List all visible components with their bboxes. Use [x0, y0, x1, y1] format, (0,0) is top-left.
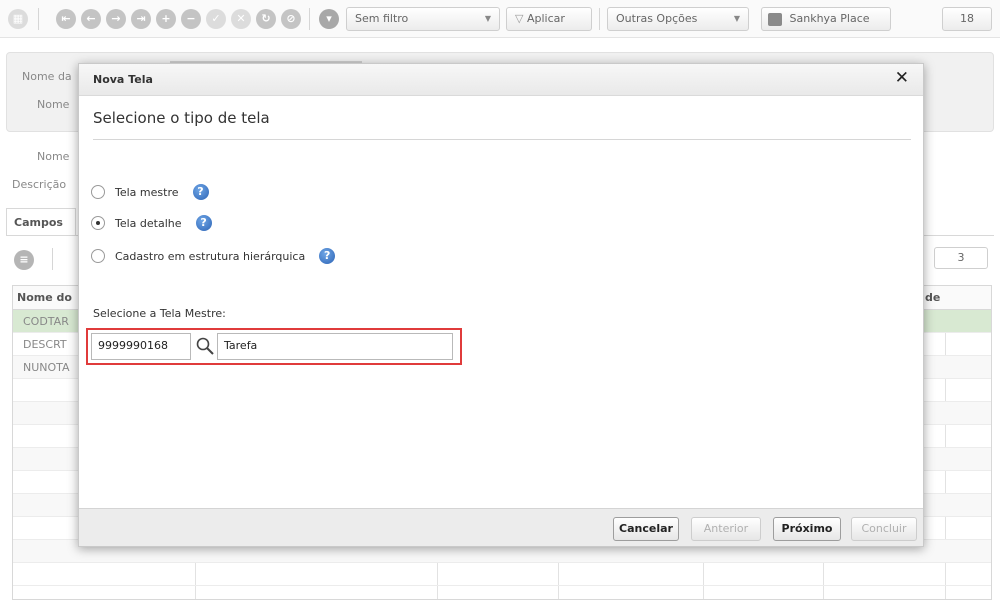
more-options-button[interactable]: Outras Opções ▼ — [607, 7, 749, 31]
option-cadastro-hierarquico[interactable]: Cadastro em estrutura hierárquica ? — [91, 246, 336, 266]
dialog-header: Nova Tela ✕ — [79, 64, 923, 96]
filter-icon[interactable]: ▾ — [319, 9, 339, 29]
search-icon[interactable] — [195, 336, 215, 356]
apply-filter-button[interactable]: ▽ Aplicar — [506, 7, 592, 31]
first-record-icon[interactable]: ⇤ — [56, 9, 76, 29]
option-label: Tela mestre — [115, 185, 179, 199]
radio-button-checked[interactable] — [91, 216, 105, 230]
cancel-button[interactable]: Cancelar — [613, 517, 679, 541]
help-icon[interactable]: ? — [195, 215, 212, 231]
radio-button[interactable] — [91, 249, 105, 263]
field-label: Descrição — [12, 178, 67, 191]
field-label: Nome — [37, 150, 70, 163]
sankhya-place-button[interactable]: Sankhya Place — [761, 7, 891, 31]
option-label: Tela detalhe — [115, 216, 182, 230]
attach-icon[interactable]: ⊘ — [281, 9, 301, 29]
sankhya-place-label: Sankhya Place — [789, 12, 870, 25]
dialog-subtitle: Selecione o tipo de tela — [93, 109, 270, 127]
column-header[interactable]: de — [925, 291, 940, 304]
grid-menu-icon[interactable]: ▦ — [8, 9, 28, 29]
previous-record-icon[interactable]: ← — [81, 9, 101, 29]
divider — [93, 139, 911, 140]
master-code-input[interactable]: 9999990168 — [91, 333, 191, 360]
option-tela-detalhe[interactable]: Tela detalhe ? — [91, 213, 212, 233]
cell-text: DESCRT — [23, 338, 67, 351]
cell-text: NUNOTA — [23, 361, 70, 374]
master-screen-label: Selecione a Tela Mestre: — [93, 307, 226, 320]
chevron-down-icon: ▼ — [484, 14, 491, 23]
more-options-label: Outras Opções — [616, 12, 698, 25]
next-button[interactable]: Próximo — [773, 517, 841, 541]
toolbar-divider — [309, 8, 310, 30]
next-record-icon[interactable]: → — [106, 9, 126, 29]
grid-menu-icon[interactable]: ≡ — [14, 250, 34, 270]
close-icon[interactable]: ✕ — [895, 68, 909, 88]
option-tela-mestre[interactable]: Tela mestre ? — [91, 182, 209, 202]
filter-select[interactable]: Sem filtro ▼ — [346, 7, 500, 31]
main-toolbar: ▦ ⇤ ← → ⇥ + − ✓ ✕ ↻ ⊘ ▾ Sem filtro ▼ ▽ A… — [0, 0, 1000, 38]
refresh-icon[interactable]: ↻ — [256, 9, 276, 29]
field-label: Nome — [37, 98, 70, 111]
remove-record-icon[interactable]: − — [181, 9, 201, 29]
tab-campos[interactable]: Campos — [6, 208, 76, 236]
field-label: Nome da — [22, 70, 72, 83]
help-icon[interactable]: ? — [192, 184, 209, 200]
finish-button[interactable]: Concluir — [851, 517, 917, 541]
dialog-title: Nova Tela — [93, 73, 153, 86]
last-record-icon[interactable]: ⇥ — [131, 9, 151, 29]
master-description-input[interactable]: Tarefa — [217, 333, 453, 360]
previous-button[interactable]: Anterior — [691, 517, 761, 541]
funnel-icon: ▽ — [515, 12, 524, 25]
record-counter: 18 — [942, 7, 992, 31]
table-row — [13, 563, 991, 586]
column-header[interactable]: Nome do — [17, 291, 72, 304]
toolbar-divider — [599, 8, 600, 30]
chevron-down-icon: ▼ — [733, 14, 740, 23]
help-icon[interactable]: ? — [319, 248, 336, 264]
grid-counter: 3 — [934, 247, 988, 269]
radio-button[interactable] — [91, 185, 105, 199]
new-screen-dialog: Nova Tela ✕ Selecione o tipo de tela Tel… — [78, 63, 924, 547]
filter-select-value: Sem filtro — [355, 12, 409, 25]
apply-filter-label: Aplicar — [526, 12, 565, 25]
dialog-footer: Cancelar Anterior Próximo Concluir — [79, 508, 923, 546]
save-record-icon[interactable]: ✓ — [206, 9, 226, 29]
cancel-edit-icon[interactable]: ✕ — [231, 9, 251, 29]
cell-text: CODTAR — [23, 315, 69, 328]
option-label: Cadastro em estrutura hierárquica — [115, 249, 306, 263]
add-record-icon[interactable]: + — [156, 9, 176, 29]
toolbar-divider — [52, 248, 53, 270]
store-icon — [768, 12, 782, 26]
toolbar-divider — [38, 8, 39, 30]
